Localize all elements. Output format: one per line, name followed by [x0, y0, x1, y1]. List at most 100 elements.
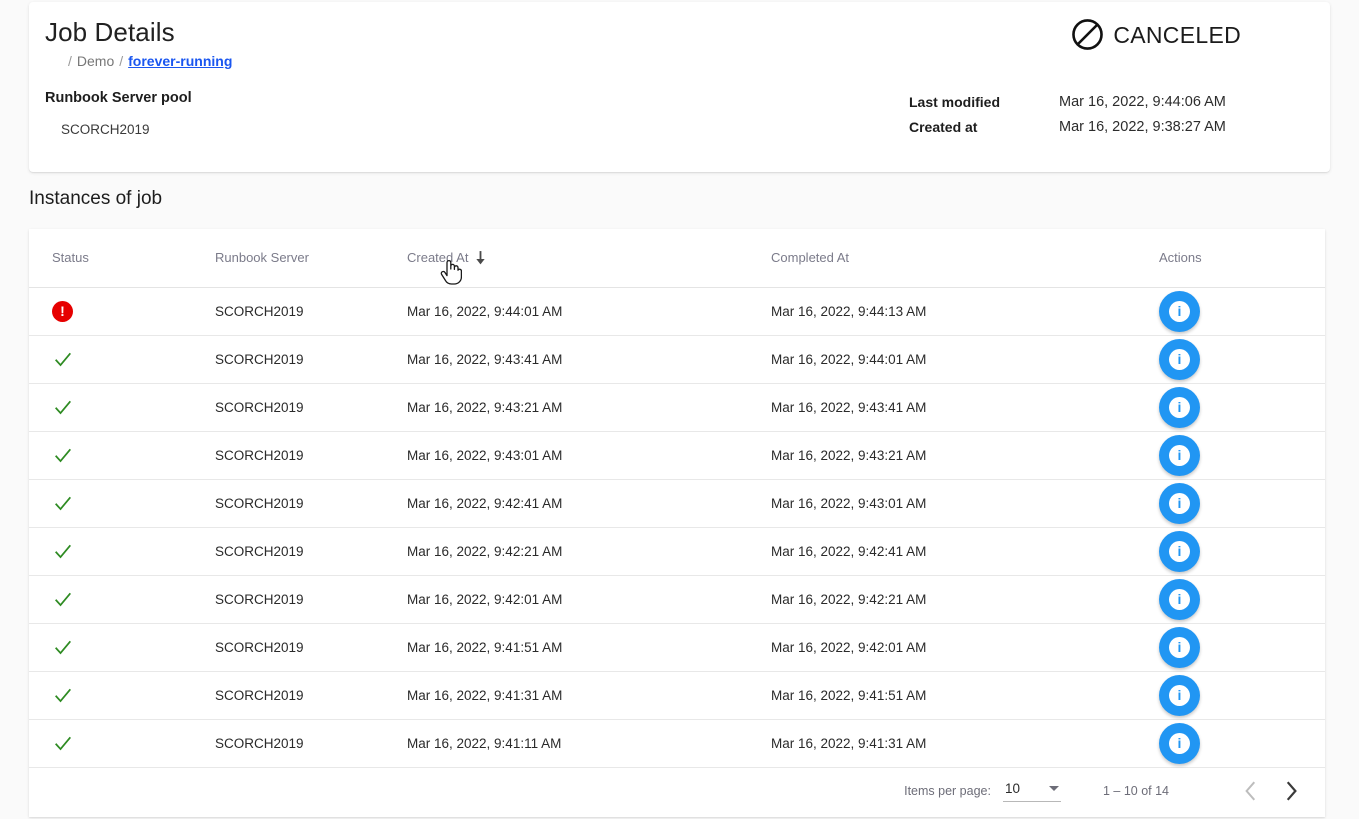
runbook-server-value: SCORCH2019 [215, 688, 304, 703]
instances-table-body: !SCORCH2019Mar 16, 2022, 9:44:01 AMMar 1… [29, 287, 1325, 767]
info-button[interactable]: i [1159, 339, 1200, 380]
instances-table-head: Status Runbook Server Created At [29, 229, 1325, 287]
cell-created-at: Mar 16, 2022, 9:43:41 AM [381, 335, 743, 383]
created-at-value: Mar 16, 2022, 9:41:51 AM [407, 640, 562, 655]
info-button[interactable]: i [1159, 531, 1200, 572]
paginator: Items per page: 10 1 – 10 of 14 [904, 765, 1325, 817]
arrow-down-icon [474, 250, 487, 265]
cell-completed-at: Mar 16, 2022, 9:43:01 AM [743, 479, 1107, 527]
chevron-right-icon [1284, 780, 1298, 802]
table-row[interactable]: SCORCH2019 Mar 16, 2022, 9:41:31 AM Mar 16… [29, 671, 1325, 719]
info-button[interactable]: i [1159, 435, 1200, 476]
breadcrumb-item-demo[interactable]: Demo [77, 53, 114, 69]
status-badge: CANCELED [1071, 18, 1241, 51]
created-at-value: Mar 16, 2022, 9:41:31 AM [407, 688, 562, 703]
check-icon [52, 684, 74, 706]
cell-status [29, 383, 135, 431]
table-row[interactable]: SCORCH2019Mar 16, 2022, 9:42:21 AMMar 16… [29, 527, 1325, 575]
breadcrumb-separator-2: / [119, 53, 123, 69]
completed-at-value: Mar 16, 2022, 9:41:51 AM [771, 688, 926, 703]
runbook-server-value: SCORCH2019 [215, 544, 304, 559]
cell-runbook-server: SCORCH2019 [135, 575, 381, 623]
sort-created-at[interactable]: Created At [407, 250, 487, 265]
check-icon [52, 636, 74, 658]
info-button[interactable]: i [1159, 675, 1200, 716]
page-title: Job Details [45, 16, 232, 48]
cell-runbook-server: SCORCH2019 [135, 527, 381, 575]
cell-actions: i [1107, 527, 1325, 575]
cell-created-at: Mar 16, 2022, 9:43:21 AM [381, 383, 743, 431]
completed-at-value: Mar 16, 2022, 9:44:13 AM [771, 304, 926, 319]
cell-actions: i [1107, 335, 1325, 383]
info-button[interactable]: i [1159, 387, 1200, 428]
column-header-created-at[interactable]: Created At [381, 229, 743, 287]
table-row[interactable]: !SCORCH2019Mar 16, 2022, 9:44:01 AMMar 1… [29, 287, 1325, 335]
info-icon: i [1169, 397, 1190, 418]
cell-completed-at: Mar 16, 2022, 9:44:01 AM [743, 335, 1107, 383]
cell-created-at: Mar 16, 2022, 9:42:01 AM [381, 575, 743, 623]
column-header-completed-at-label: Completed At [771, 250, 849, 265]
info-button[interactable]: i [1159, 483, 1200, 524]
info-icon: i [1169, 589, 1190, 610]
cell-actions: i [1107, 671, 1325, 719]
job-details-page: Job Details / Demo / forever-running Runboo… [0, 0, 1359, 819]
info-icon: i [1169, 637, 1190, 658]
cell-created-at: Mar 16, 2022, 9:41:31 AM [381, 671, 743, 719]
breadcrumb-link-forever-running[interactable]: forever-running [128, 53, 232, 69]
runbook-server-value: SCORCH2019 [215, 496, 304, 511]
cell-actions: i [1107, 719, 1325, 767]
info-button[interactable]: i [1159, 627, 1200, 668]
cell-actions: i [1107, 479, 1325, 527]
info-button[interactable]: i [1159, 579, 1200, 620]
cell-status [29, 671, 135, 719]
created-at-value: Mar 16, 2022, 9:42:41 AM [407, 496, 562, 511]
next-page-button[interactable] [1271, 771, 1311, 811]
cell-actions: i [1107, 431, 1325, 479]
completed-at-value: Mar 16, 2022, 9:43:01 AM [771, 496, 926, 511]
cell-created-at: Mar 16, 2022, 9:41:11 AM [381, 719, 743, 767]
check-icon [52, 732, 74, 754]
info-button[interactable]: i [1159, 291, 1200, 332]
table-row[interactable]: SCORCH2019Mar 16, 2022, 9:41:11 AMMar 16… [29, 719, 1325, 767]
meta-value-last-modified: Mar 16, 2022, 9:44:06 AM [1059, 90, 1226, 115]
cell-status [29, 479, 135, 527]
info-icon: i [1169, 541, 1190, 562]
cell-runbook-server: SCORCH2019 [135, 479, 381, 527]
cell-created-at: Mar 16, 2022, 9:42:41 AM [381, 479, 743, 527]
check-icon [52, 444, 74, 466]
info-icon: i [1169, 685, 1190, 706]
breadcrumb: / Demo / forever-running [63, 52, 232, 70]
table-header-row: Status Runbook Server Created At [29, 229, 1325, 287]
cell-actions: i [1107, 623, 1325, 671]
cell-completed-at: Mar 16, 2022, 9:43:41 AM [743, 383, 1107, 431]
runbook-server-value: SCORCH2019 [215, 352, 304, 367]
meta-key-last-modified: Last modified [909, 90, 1059, 115]
created-at-value: Mar 16, 2022, 9:43:41 AM [407, 352, 562, 367]
breadcrumb-separator-1: / [68, 53, 72, 69]
cell-completed-at: Mar 16, 2022, 9:44:13 AM [743, 287, 1107, 335]
items-per-page-select[interactable]: 10 [1003, 781, 1061, 802]
info-icon: i [1169, 733, 1190, 754]
cell-actions: i [1107, 383, 1325, 431]
cell-runbook-server: SCORCH2019 [135, 671, 381, 719]
table-row[interactable]: SCORCH2019 Mar 16, 2022, 9:42:41 AM Mar 16… [29, 479, 1325, 527]
info-icon: i [1169, 301, 1190, 322]
info-button[interactable]: i [1159, 723, 1200, 764]
job-summary-card: Job Details / Demo / forever-running Runboo… [29, 2, 1330, 172]
created-at-value: Mar 16, 2022, 9:42:21 AM [407, 544, 562, 559]
meta-value-created-at: Mar 16, 2022, 9:38:27 AM [1059, 115, 1226, 140]
runbook-server-pool-value: SCORCH2019 [61, 121, 192, 139]
table-row[interactable]: SCORCH2019Mar 16, 2022, 9:43:21 AMMar 16… [29, 383, 1325, 431]
cell-completed-at: Mar 16, 2022, 9:43:21 AM [743, 431, 1107, 479]
table-row[interactable]: SCORCH2019Mar 16, 2022, 9:42:01 AMMar 16… [29, 575, 1325, 623]
runbook-server-pool-block: Runbook Server pool SCORCH2019 [45, 88, 192, 139]
runbook-server-value: SCORCH2019 [215, 592, 304, 607]
previous-page-button[interactable] [1231, 771, 1271, 811]
info-icon: i [1169, 349, 1190, 370]
column-header-runbook-server-label: Runbook Server [215, 250, 309, 265]
column-header-status: Status [29, 229, 135, 287]
table-row[interactable]: SCORCH2019 Mar 16, 2022, 9:43:41 AM Mar 16… [29, 335, 1325, 383]
table-row[interactable]: SCORCH2019Mar 16, 2022, 9:43:01 AMMar 16… [29, 431, 1325, 479]
cell-actions: i [1107, 575, 1325, 623]
table-row[interactable]: SCORCH2019Mar 16, 2022, 9:41:51 AMMar 16… [29, 623, 1325, 671]
